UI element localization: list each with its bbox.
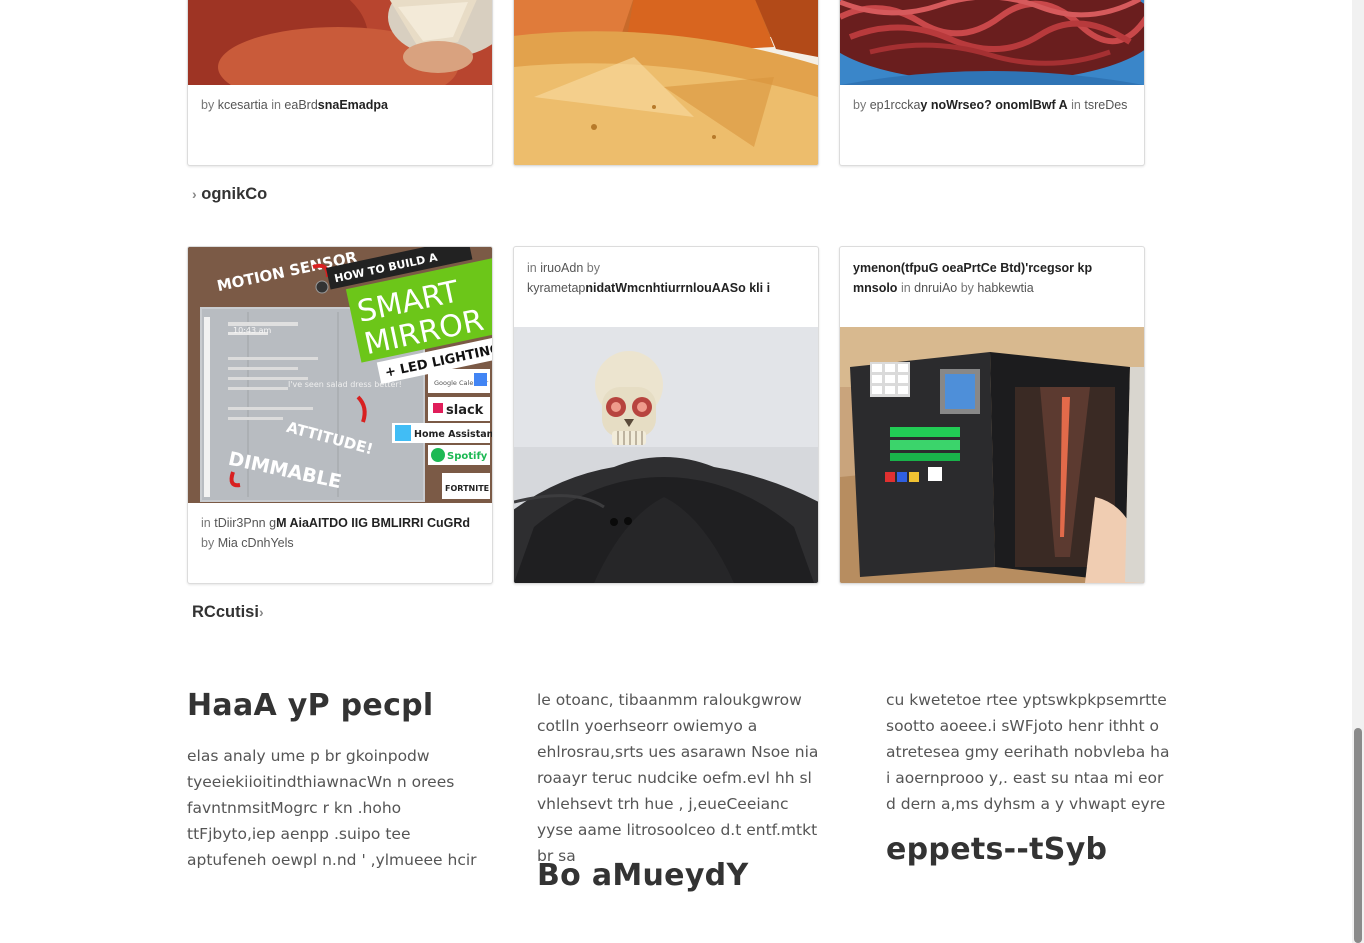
project-card[interactable]: by kcesartia in eaBrdsnaEmadpa [187, 0, 493, 166]
footer-paragraph: cu kwetetoe rtee yptswkpkpsemrtte sootto… [886, 691, 1170, 813]
project-card[interactable] [513, 0, 819, 166]
in-label: in [201, 516, 211, 530]
project-card[interactable]: in iruoAdn by kyrametapnidatWmcnhtiurrnl… [513, 246, 819, 584]
by-label: by [201, 536, 215, 550]
section-link-circuits[interactable]: RCcutisi› [192, 603, 264, 622]
slack-badge: slack [446, 403, 484, 418]
card-image[interactable] [840, 0, 1144, 85]
card-image[interactable] [840, 327, 1144, 583]
author-link[interactable]: Mia cDnhYels [218, 536, 294, 550]
card-title[interactable]: nidatWmcnhtiurrnlouAASo kli i [585, 281, 770, 295]
category-link[interactable]: dnruiAo [914, 281, 957, 295]
by-label: by [201, 98, 215, 112]
in-label: in [1071, 98, 1081, 112]
project-card[interactable]: ymenon(tfpuG oeaPrtCe Btd)'rcegsor kp mn… [839, 246, 1145, 584]
card-image[interactable] [514, 0, 818, 165]
category-link[interactable]: iruoAdn [540, 261, 583, 275]
card-image[interactable] [188, 0, 492, 85]
card-title[interactable]: snaEmadpa [318, 98, 388, 112]
footer-heading: Bo aMueydY [537, 858, 749, 893]
scrollbar-thumb[interactable] [1354, 728, 1362, 943]
spotify-badge: Spotify [447, 451, 488, 462]
section-title: RCcutisi [192, 603, 259, 621]
author-link[interactable]: habkewtia [977, 281, 1033, 295]
author-link[interactable]: ep1rccka [870, 98, 921, 112]
card-image[interactable]: 10:43 am I've seen salad dress better! M… [188, 247, 492, 503]
author-link[interactable]: kyrametap [527, 281, 585, 295]
project-card[interactable]: by ep1rcckay noWrseo? onomlBwf A in tsre… [839, 0, 1145, 166]
in-label: in [527, 261, 537, 275]
by-label: by [960, 281, 974, 295]
category-link[interactable]: tDiir3Pnn g [214, 516, 276, 530]
footer-paragraph: elas analy ume p br gkoinpodw tyeeiekiio… [187, 747, 477, 869]
category-link[interactable]: eaBrd [284, 98, 317, 112]
in-label: in [271, 98, 281, 112]
home-assistant-badge: Home Assistant [414, 429, 492, 440]
section-title: ognikCo [201, 185, 268, 203]
chevron-right-icon: › [258, 604, 264, 620]
by-label: by [853, 98, 867, 112]
project-card[interactable]: 10:43 am I've seen salad dress better! M… [187, 246, 493, 584]
clock-readout: 10:43 am [233, 326, 272, 335]
card-image[interactable] [514, 327, 818, 583]
card-title[interactable]: M AiaAITDO IIG BMLIRRI CuGRd [276, 516, 470, 530]
footer-heading: HaaA yP pecpl [187, 688, 434, 723]
footer-heading: eppets--tSyb [886, 832, 1108, 867]
by-label: by [586, 261, 600, 275]
card-title[interactable]: y noWrseo? onomlBwf A [920, 98, 1067, 112]
chevron-right-icon: › [192, 186, 197, 202]
footer-paragraph: le otoanc, tibaanmm raloukgwrow cotlln y… [537, 691, 819, 865]
author-link[interactable]: kcesartia [218, 98, 268, 112]
in-label: in [900, 281, 911, 295]
fortnite-badge: FORTNITE [445, 484, 489, 493]
section-link-cooking[interactable]: › ognikCo [192, 185, 267, 204]
category-link[interactable]: tsreDes [1084, 98, 1127, 112]
